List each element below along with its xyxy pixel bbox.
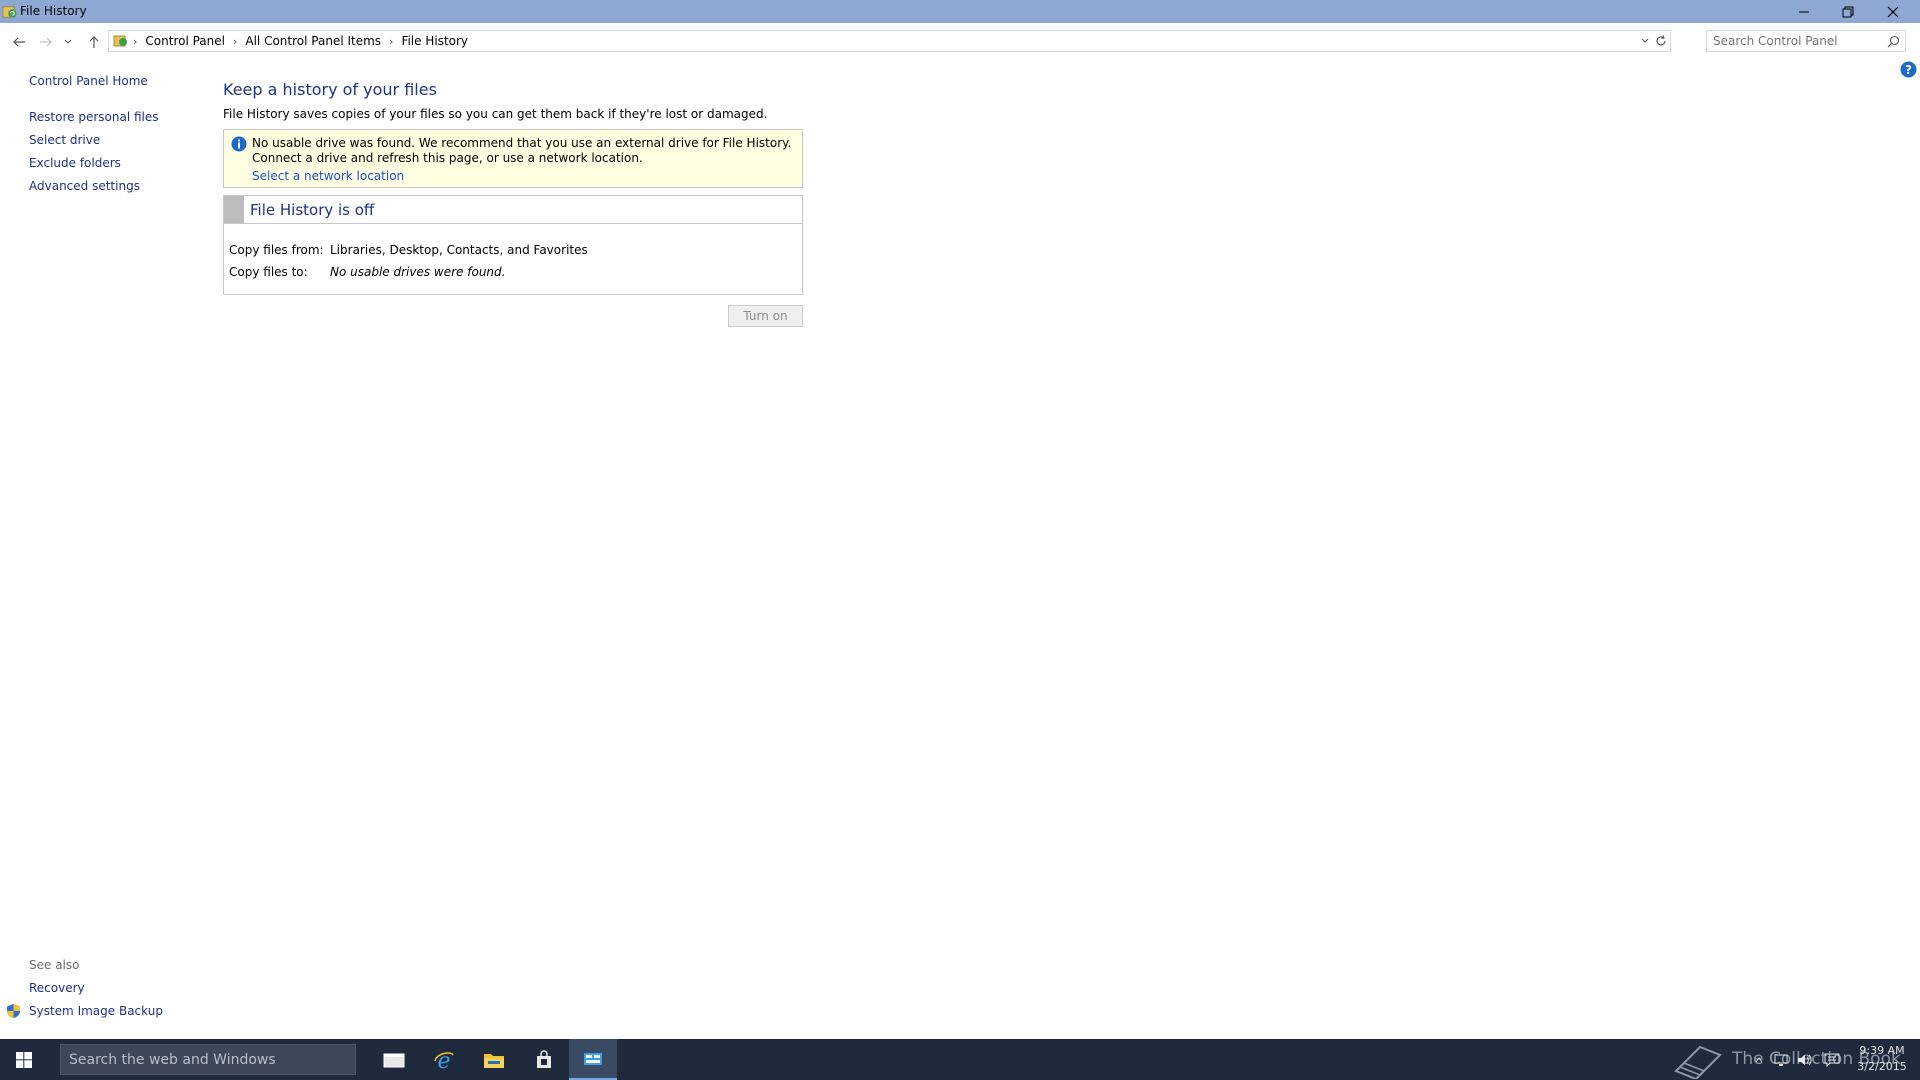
breadcrumb-all-items[interactable]: All Control Panel Items (239, 34, 387, 48)
refresh-icon[interactable] (1654, 34, 1668, 48)
control-panel-icon (113, 35, 127, 47)
clock-time: 9:39 AM (1859, 1044, 1905, 1057)
search-control-panel-field[interactable] (1706, 30, 1906, 52)
system-image-backup-link[interactable]: System Image Backup (29, 1004, 163, 1018)
left-navigation-pane: Control Panel Home Restore personal file… (0, 58, 200, 1018)
status-header: File History is off (224, 196, 802, 224)
task-view-icon (383, 1053, 405, 1067)
file-history-app-icon (2, 6, 17, 18)
file-explorer-button[interactable] (470, 1039, 518, 1080)
restore-button[interactable] (1826, 0, 1870, 23)
chevron-down-icon (64, 39, 72, 44)
minimize-button[interactable] (1782, 0, 1826, 23)
minimize-icon (1799, 11, 1809, 12)
address-bar[interactable]: › Control Panel › All Control Panel Item… (108, 30, 1671, 52)
window-title: File History (20, 4, 87, 18)
no-drive-message: No usable drive was found. We recommend … (252, 136, 792, 165)
back-arrow-icon (13, 37, 25, 47)
control-panel-home-link[interactable]: Control Panel Home (29, 74, 148, 88)
search-icon[interactable] (1887, 35, 1900, 48)
warning-infobar: No usable drive was found. We recommend … (223, 129, 803, 188)
file-explorer-icon (484, 1053, 504, 1068)
back-button[interactable] (9, 32, 29, 52)
search-input[interactable] (1713, 33, 1883, 49)
help-icon[interactable]: ? (1900, 61, 1917, 78)
system-clock[interactable]: 9:39 AM 3/2/2015 (1852, 1043, 1912, 1075)
file-history-window: File History › Control Panel › All Contr… (0, 0, 1920, 1039)
select-drive-link[interactable]: Select drive (29, 133, 100, 147)
svg-text:?: ? (1905, 63, 1912, 77)
turn-on-button[interactable]: Turn on (728, 305, 803, 327)
taskbar-search-placeholder: Search the web and Windows (69, 1052, 276, 1068)
advanced-settings-link[interactable]: Advanced settings (29, 179, 140, 193)
chevron-right-icon: › (232, 34, 238, 48)
select-network-location-link[interactable]: Select a network location (252, 169, 404, 183)
internet-explorer-icon: e (434, 1049, 454, 1071)
page-description: File History saves copies of your files … (223, 107, 768, 121)
chevron-up-icon (1755, 1057, 1763, 1063)
copy-to-value: No usable drives were found. (330, 265, 506, 279)
network-tray-button[interactable] (1772, 1051, 1790, 1069)
action-center-button[interactable] (1823, 1051, 1841, 1069)
control-panel-icon (584, 1052, 602, 1065)
store-button[interactable] (520, 1039, 568, 1080)
notification-icon (1824, 1053, 1840, 1067)
volume-tray-button[interactable] (1796, 1051, 1814, 1069)
up-button[interactable] (84, 32, 104, 52)
status-panel: File History is off Copy files from: Lib… (223, 195, 803, 295)
chevron-right-icon: › (133, 34, 138, 48)
internet-explorer-button[interactable]: e (420, 1039, 468, 1080)
taskbar: Search the web and Windows e The Collect… (0, 1039, 1920, 1080)
forward-arrow-icon (40, 37, 52, 47)
start-button[interactable] (0, 1039, 48, 1080)
status-indicator (224, 196, 244, 223)
clock-date: 3/2/2015 (1857, 1060, 1907, 1073)
forward-button[interactable] (36, 32, 56, 52)
copy-from-value: Libraries, Desktop, Contacts, and Favori… (330, 243, 588, 257)
page-title: Keep a history of your files (223, 80, 437, 99)
network-icon (1774, 1054, 1788, 1066)
recovery-link[interactable]: Recovery (29, 981, 85, 995)
windows-logo-icon (16, 1051, 32, 1068)
breadcrumb-file-history[interactable]: File History (395, 34, 474, 48)
title-bar: File History (0, 0, 1920, 23)
restore-icon (1842, 6, 1854, 17)
copy-to-label: Copy files to: (229, 265, 308, 279)
address-dropdown-icon[interactable] (1640, 37, 1650, 45)
close-button[interactable] (1871, 0, 1915, 23)
show-hidden-icons-button[interactable] (1750, 1051, 1768, 1069)
speaker-icon (1798, 1054, 1812, 1066)
store-icon (537, 1049, 551, 1068)
close-icon (1887, 6, 1899, 17)
control-panel-taskbar-button[interactable] (569, 1039, 617, 1080)
info-icon (231, 136, 247, 152)
shield-icon (7, 1004, 20, 1018)
restore-personal-files-link[interactable]: Restore personal files (29, 110, 159, 124)
exclude-folders-link[interactable]: Exclude folders (29, 156, 121, 170)
copy-from-label: Copy files from: (229, 243, 324, 257)
book-icon (1674, 1045, 1722, 1079)
see-also-label: See also (29, 958, 80, 972)
taskbar-search-box[interactable]: Search the web and Windows (60, 1044, 356, 1075)
task-view-button[interactable] (370, 1039, 418, 1080)
up-arrow-icon (89, 36, 99, 48)
status-title: File History is off (250, 201, 375, 219)
recent-locations-button[interactable] (62, 32, 74, 52)
breadcrumb-control-panel[interactable]: Control Panel (139, 34, 231, 48)
chevron-right-icon: › (389, 34, 394, 48)
